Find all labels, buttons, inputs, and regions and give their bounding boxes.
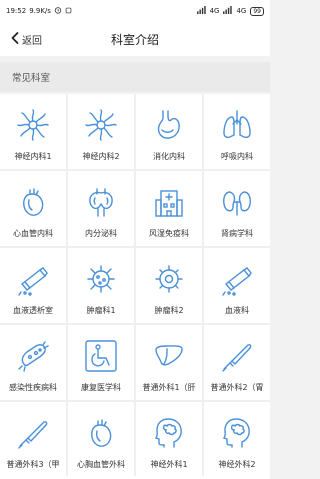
- department-item[interactable]: 神经外科2: [204, 402, 270, 477]
- department-item[interactable]: 神经内科1: [0, 94, 66, 169]
- department-item[interactable]: 普通外科1（肝: [136, 325, 202, 400]
- blood-tube-icon: [16, 262, 50, 296]
- department-item[interactable]: 消化内科: [136, 94, 202, 169]
- virus-icon: [84, 262, 118, 296]
- chevron-left-icon: [10, 30, 20, 49]
- liver-icon: [152, 339, 186, 373]
- blood-tube-icon: [220, 262, 254, 296]
- department-label: 消化内科: [153, 152, 185, 161]
- brain-head-icon: [152, 416, 186, 450]
- scalpel-icon: [220, 339, 254, 373]
- signal-icon: [223, 6, 233, 16]
- department-item[interactable]: 肿瘤科1: [68, 248, 134, 323]
- nerve-icon: [84, 108, 118, 142]
- department-label: 普通外科1（肝: [142, 383, 196, 392]
- department-item[interactable]: 普通外科3（甲: [0, 402, 66, 477]
- network-type-1: 4G: [209, 7, 220, 15]
- department-item[interactable]: 肾病学科: [204, 171, 270, 246]
- back-label: 返回: [22, 35, 42, 47]
- heart-icon: [84, 416, 118, 450]
- thyroid-icon: [84, 185, 118, 219]
- kidney-icon: [220, 185, 254, 219]
- scalpel-icon: [16, 416, 50, 450]
- department-item[interactable]: 血液科: [204, 248, 270, 323]
- department-item[interactable]: 血液透析室: [0, 248, 66, 323]
- department-label: 风湿免疫科: [149, 229, 189, 238]
- department-label: 神经外科1: [150, 460, 188, 469]
- department-item[interactable]: 心血管内科: [0, 171, 66, 246]
- department-label: 血液透析室: [13, 306, 53, 315]
- alarm-icon: [54, 6, 62, 16]
- department-item[interactable]: 风湿免疫科: [136, 171, 202, 246]
- department-item[interactable]: 肿瘤科2: [136, 248, 202, 323]
- department-label: 肿瘤科2: [154, 306, 184, 315]
- department-label: 普通外科3（甲: [6, 460, 60, 469]
- department-item[interactable]: 普通外科2（胃: [204, 325, 270, 400]
- department-item[interactable]: 感染性疾病科: [0, 325, 66, 400]
- department-item[interactable]: 内分泌科: [68, 171, 134, 246]
- stomach-icon: [152, 108, 186, 142]
- department-label: 神经外科2: [218, 460, 256, 469]
- hospital-building-icon: [152, 185, 186, 219]
- status-time: 19:52: [6, 7, 27, 15]
- notification-icon: [65, 7, 72, 16]
- department-label: 心血管内科: [13, 229, 53, 238]
- department-item[interactable]: 呼吸内科: [204, 94, 270, 169]
- department-label: 肿瘤科1: [86, 306, 116, 315]
- battery-indicator: 99: [250, 6, 264, 16]
- status-bar: 19:52 9.9K/s 4G 4G 99: [0, 0, 270, 22]
- bacteria-icon: [16, 339, 50, 373]
- department-label: 呼吸内科: [221, 152, 253, 161]
- nerve-icon: [16, 108, 50, 142]
- wheelchair-icon: [84, 339, 118, 373]
- heart-icon: [16, 185, 50, 219]
- department-label: 感染性疾病科: [9, 383, 57, 392]
- department-label: 血液科: [225, 306, 249, 315]
- navigation-bar: 返回 科室介绍: [0, 22, 270, 56]
- department-label: 神经内科1: [14, 152, 52, 161]
- network-speed: 9.9K/s: [29, 7, 51, 15]
- department-label: 心胸血管外科: [77, 460, 125, 469]
- department-label: 普通外科2（胃: [210, 383, 264, 392]
- signal-icon: [196, 6, 206, 16]
- department-label: 神经内科2: [82, 152, 120, 161]
- department-item[interactable]: 康复医学科: [68, 325, 134, 400]
- department-item[interactable]: 神经内科2: [68, 94, 134, 169]
- department-label: 康复医学科: [81, 383, 121, 392]
- back-button[interactable]: 返回: [0, 22, 42, 56]
- cell-icon: [152, 262, 186, 296]
- department-label: 内分泌科: [85, 229, 117, 238]
- department-grid: 神经内科1 神经内科2 消化内科 呼吸内科 心血管内科 内分泌科 风湿免疫科 肾…: [0, 94, 270, 477]
- department-item[interactable]: 神经外科1: [136, 402, 202, 477]
- department-label: 肾病学科: [221, 229, 253, 238]
- network-type-2: 4G: [236, 7, 247, 15]
- section-title: 常见科室: [0, 62, 270, 92]
- department-item[interactable]: 心胸血管外科: [68, 402, 134, 477]
- brain-head-icon: [220, 416, 254, 450]
- lungs-icon: [220, 108, 254, 142]
